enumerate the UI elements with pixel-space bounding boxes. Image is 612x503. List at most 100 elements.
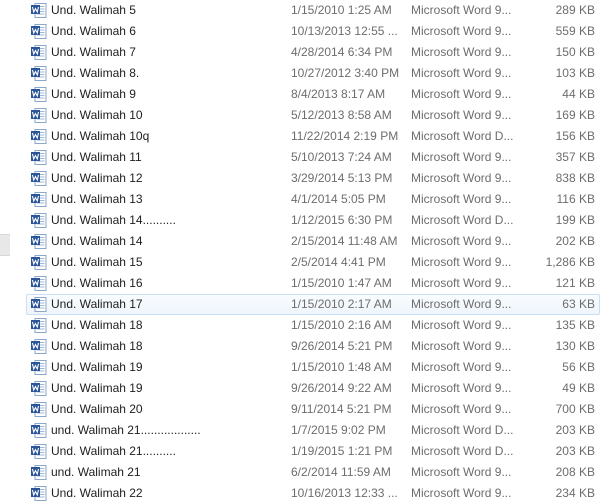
file-date-modified: 10/13/2013 12:55 ...: [291, 24, 398, 38]
file-name: Und. Walimah 16: [51, 276, 143, 290]
file-size: 121 KB: [555, 276, 595, 290]
file-type: Microsoft Word D...: [411, 444, 514, 458]
file-size: 357 KB: [555, 150, 595, 164]
file-row[interactable]: Und. Walimah 7 4/28/2014 6:34 PM Microsoft…: [26, 42, 600, 63]
file-type: Microsoft Word 9...: [411, 108, 512, 122]
file-size: 289 KB: [555, 3, 595, 17]
file-type: Microsoft Word 9...: [411, 402, 512, 416]
file-row[interactable]: und. Walimah 21.................. 1/7/201…: [26, 420, 600, 441]
file-date-modified: 10/16/2013 12:33 ...: [291, 486, 398, 500]
file-row[interactable]: Und. Walimah 11 5/10/2013 7:24 AM Microsof…: [26, 147, 600, 168]
file-type: Microsoft Word 9...: [411, 255, 512, 269]
file-name: Und. Walimah 7: [51, 45, 136, 59]
file-type: Microsoft Word 9...: [411, 192, 512, 206]
file-date-modified: 1/15/2010 1:47 AM: [291, 276, 392, 290]
file-name: Und. Walimah 15: [51, 255, 143, 269]
file-size: 203 KB: [555, 444, 595, 458]
word-document-icon: [31, 171, 47, 186]
file-size: 135 KB: [555, 318, 595, 332]
file-row[interactable]: Und. Walimah 9 8/4/2013 8:17 AM Microsoft …: [26, 84, 600, 105]
word-document-icon: [31, 129, 47, 144]
file-date-modified: 10/27/2012 3:40 PM: [291, 66, 400, 80]
file-name: Und. Walimah 6: [51, 24, 136, 38]
file-row[interactable]: Und. Walimah 6 10/13/2013 12:55 ... Micros…: [26, 21, 600, 42]
file-name: Und. Walimah 22: [51, 486, 143, 500]
file-row[interactable]: Und. Walimah 19 9/26/2014 9:22 AM Microsof…: [26, 378, 600, 399]
file-row[interactable]: Und. Walimah 14 2/15/2014 11:48 AM Microso…: [26, 231, 600, 252]
file-type: Microsoft Word 9...: [411, 465, 512, 479]
file-row[interactable]: Und. Walimah 15 2/5/2014 4:41 PM Microsoft…: [26, 252, 600, 273]
file-row[interactable]: Und. Walimah 10 5/12/2013 8:58 AM Microsof…: [26, 105, 600, 126]
file-type: Microsoft Word 9...: [411, 66, 512, 80]
file-row[interactable]: und. Walimah 21 6/2/2014 11:59 AM Microsof…: [26, 462, 600, 483]
file-size: 838 KB: [555, 171, 595, 185]
file-name: Und. Walimah 5: [51, 3, 136, 17]
file-size: 199 KB: [555, 213, 595, 227]
word-document-icon: [31, 297, 47, 312]
file-row[interactable]: Und. Walimah 20 9/11/2014 5:21 PM Microsof…: [26, 399, 600, 420]
file-size: 1,286 KB: [545, 255, 595, 269]
file-size: 56 KB: [562, 360, 595, 374]
file-size: 116 KB: [556, 192, 595, 206]
file-size: 208 KB: [555, 465, 595, 479]
file-type: Microsoft Word 9...: [411, 171, 512, 185]
word-document-icon: [31, 66, 47, 81]
file-date-modified: 5/10/2013 7:24 AM: [291, 150, 392, 164]
file-row[interactable]: Und. Walimah 16 1/15/2010 1:47 AM Microsof…: [26, 273, 600, 294]
file-row[interactable]: Und. Walimah 10q 11/22/2014 2:19 PM Micros…: [26, 126, 600, 147]
file-type: Microsoft Word D...: [411, 213, 514, 227]
file-name: Und. Walimah 9: [51, 87, 136, 101]
file-type: Microsoft Word 9...: [411, 87, 512, 101]
file-size: 63 KB: [562, 297, 595, 311]
word-document-icon: [31, 444, 47, 459]
file-row[interactable]: Und. Walimah 17 1/15/2010 2:17 AM Microsof…: [26, 294, 600, 315]
word-document-icon: [31, 213, 47, 228]
file-type: Microsoft Word 9...: [411, 339, 512, 353]
file-row[interactable]: Und. Walimah 8. 10/27/2012 3:40 PM Microso…: [26, 63, 600, 84]
file-row[interactable]: Und. Walimah 19 1/15/2010 1:48 AM Microsof…: [26, 357, 600, 378]
file-row[interactable]: Und. Walimah 18 9/26/2014 5:21 PM Microsof…: [26, 336, 600, 357]
file-date-modified: 2/15/2014 11:48 AM: [291, 234, 398, 248]
file-size: 559 KB: [555, 24, 595, 38]
word-document-icon: [31, 381, 47, 396]
file-row[interactable]: Und. Walimah 21.......... 1/19/2015 1:21 …: [26, 441, 600, 462]
navigation-pane-edge: [0, 0, 10, 503]
word-document-icon: [31, 423, 47, 438]
file-name: Und. Walimah 17: [51, 297, 143, 311]
file-size: 234 KB: [555, 486, 595, 500]
file-name: Und. Walimah 19: [51, 360, 143, 374]
file-row[interactable]: Und. Walimah 13 4/1/2014 5:05 PM Microsoft…: [26, 189, 600, 210]
file-type: Microsoft Word 9...: [411, 234, 512, 248]
file-name: Und. Walimah 18: [51, 318, 143, 332]
file-row[interactable]: Und. Walimah 14.......... 1/12/2015 6:30 …: [26, 210, 600, 231]
file-name: Und. Walimah 10: [51, 108, 143, 122]
word-document-icon: [31, 45, 47, 60]
file-row[interactable]: Und. Walimah 5 1/15/2010 1:25 AM Microsoft…: [26, 0, 600, 21]
navigation-pane-selected-item[interactable]: [0, 234, 10, 256]
file-date-modified: 9/26/2014 9:22 AM: [291, 381, 392, 395]
word-document-icon: [31, 87, 47, 102]
file-name: Und. Walimah 10q: [51, 129, 150, 143]
file-list: Und. Walimah 5 1/15/2010 1:25 AM Microsoft…: [0, 0, 612, 503]
file-name: Und. Walimah 11: [51, 150, 142, 164]
word-document-icon: [31, 339, 47, 354]
file-size: 49 KB: [562, 381, 595, 395]
file-size: 169 KB: [555, 108, 595, 122]
word-document-icon: [31, 192, 47, 207]
file-date-modified: 11/22/2014 2:19 PM: [291, 129, 399, 143]
file-size: 44 KB: [562, 87, 595, 101]
file-name: Und. Walimah 12: [51, 171, 143, 185]
file-row[interactable]: Und. Walimah 18 1/15/2010 2:16 AM Microsof…: [26, 315, 600, 336]
file-size: 150 KB: [555, 45, 595, 59]
file-type: Microsoft Word D...: [411, 423, 514, 437]
file-name: Und. Walimah 8.: [51, 66, 140, 80]
word-document-icon: [31, 402, 47, 417]
file-row[interactable]: Und. Walimah 22 10/16/2013 12:33 ... Micro…: [26, 483, 600, 503]
file-date-modified: 1/15/2010 1:48 AM: [291, 360, 392, 374]
file-date-modified: 8/4/2013 8:17 AM: [291, 87, 386, 101]
file-size: 156 KB: [555, 129, 595, 143]
file-size: 700 KB: [555, 402, 595, 416]
file-date-modified: 1/19/2015 1:21 PM: [291, 444, 393, 458]
file-row[interactable]: Und. Walimah 12 3/29/2014 5:13 PM Microsof…: [26, 168, 600, 189]
word-document-icon: [31, 255, 47, 270]
